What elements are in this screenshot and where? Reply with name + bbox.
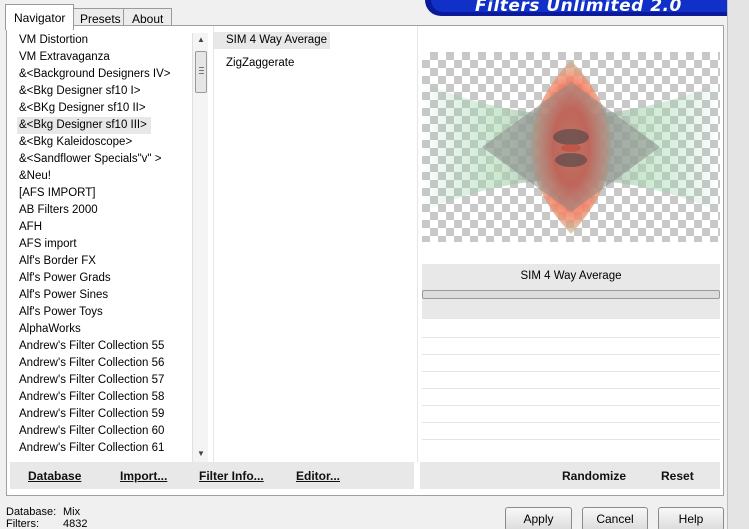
- filters-label: Filters:: [6, 518, 39, 529]
- category-item[interactable]: &Neu!: [17, 168, 198, 185]
- navigator-panel: VM Distortion VM Extravaganza &<Backgrou…: [6, 25, 724, 496]
- filter-info-button[interactable]: Filter Info...: [199, 469, 264, 483]
- category-item[interactable]: &<BKg Designer sf10 II>: [17, 100, 198, 117]
- status-filters: Filters: 4832: [6, 518, 87, 529]
- category-item[interactable]: AlphaWorks: [17, 321, 198, 338]
- scroll-down-arrow-icon[interactable]: ▼: [193, 447, 209, 461]
- category-item[interactable]: Alf's Power Grads: [17, 270, 198, 287]
- parameter-row: [422, 302, 720, 319]
- category-item[interactable]: Andrew's Filter Collection 59: [17, 406, 198, 423]
- tab-navigator[interactable]: Navigator: [5, 4, 75, 30]
- import-button[interactable]: Import...: [120, 469, 167, 483]
- category-item[interactable]: AFS import: [17, 236, 198, 253]
- preview-graphic: [422, 60, 720, 234]
- row-divider: [422, 337, 720, 338]
- category-item[interactable]: &<Bkg Designer sf10 I>: [17, 83, 198, 100]
- row-divider: [422, 354, 720, 355]
- app-banner: Filters Unlimited 2.0: [425, 0, 749, 16]
- slider-row: [422, 288, 720, 302]
- filter-preview-image: [422, 52, 720, 242]
- row-divider: [422, 388, 720, 389]
- category-item[interactable]: [AFS IMPORT]: [17, 185, 198, 202]
- row-divider: [422, 439, 720, 440]
- category-item[interactable]: &<Background Designers IV>: [17, 66, 198, 83]
- category-item[interactable]: Andrew's Filter Collection 58: [17, 389, 198, 406]
- parameter-slider[interactable]: [422, 290, 720, 299]
- database-button[interactable]: Database: [28, 469, 81, 483]
- filter-item-selected[interactable]: SIM 4 Way Average: [214, 32, 330, 49]
- preview-toolbar: Randomize Reset: [420, 462, 720, 489]
- status-area: Database: Mix Filters: 4832: [6, 506, 87, 529]
- category-list[interactable]: VM Distortion VM Extravaganza &<Backgrou…: [17, 32, 198, 456]
- category-item[interactable]: Andrew's Filter Collection 55: [17, 338, 198, 355]
- thumb-grip: [199, 73, 204, 74]
- row-divider: [422, 371, 720, 372]
- category-item[interactable]: AFH: [17, 219, 198, 236]
- navigator-toolbar: Database Import... Filter Info... Editor…: [10, 462, 414, 489]
- scroll-up-arrow-icon[interactable]: ▲: [193, 33, 209, 47]
- category-item[interactable]: Alf's Border FX: [17, 253, 198, 270]
- selected-filter-name: SIM 4 Way Average: [422, 264, 720, 288]
- row-divider: [422, 405, 720, 406]
- database-value: Mix: [63, 506, 81, 518]
- reset-button[interactable]: Reset: [661, 469, 694, 483]
- thumb-grip: [199, 67, 204, 68]
- filters-value: 4832: [63, 518, 88, 529]
- preview-area: SIM 4 Way Average: [417, 26, 723, 462]
- help-button[interactable]: Help: [658, 507, 724, 529]
- filter-list[interactable]: SIM 4 Way Average ZigZaggerate: [213, 26, 413, 462]
- category-item[interactable]: Andrew's Filter Collection 60: [17, 423, 198, 440]
- cancel-button[interactable]: Cancel: [582, 507, 648, 529]
- category-item[interactable]: &<Bkg Kaleidoscope>: [17, 134, 198, 151]
- thumb-grip: [199, 70, 204, 71]
- apply-button[interactable]: Apply: [505, 507, 572, 529]
- window-edge: [727, 0, 749, 529]
- row-divider: [422, 422, 720, 423]
- editor-button[interactable]: Editor...: [296, 469, 340, 483]
- database-label: Database:: [6, 506, 57, 518]
- category-scrollbar[interactable]: ▲ ▼: [192, 33, 208, 462]
- category-item[interactable]: Andrew's Filter Collection 61: [17, 440, 198, 456]
- category-item[interactable]: Alf's Power Toys: [17, 304, 198, 321]
- category-item[interactable]: Alf's Power Sines: [17, 287, 198, 304]
- randomize-button[interactable]: Randomize: [562, 469, 626, 483]
- scroll-thumb[interactable]: [195, 51, 207, 93]
- category-item[interactable]: Andrew's Filter Collection 56: [17, 355, 198, 372]
- category-item-selected[interactable]: &<Bkg Designer sf10 III>: [17, 117, 151, 134]
- filter-item[interactable]: ZigZaggerate: [214, 55, 297, 72]
- category-item[interactable]: AB Filters 2000: [17, 202, 198, 219]
- category-item[interactable]: Andrew's Filter Collection 57: [17, 372, 198, 389]
- category-item[interactable]: VM Distortion: [17, 32, 198, 49]
- status-database: Database: Mix: [6, 506, 80, 518]
- app-title: Filters Unlimited 2.0: [475, 0, 682, 16]
- category-item[interactable]: &<Sandflower Specials"v" >: [17, 151, 198, 168]
- category-item[interactable]: VM Extravaganza: [17, 49, 198, 66]
